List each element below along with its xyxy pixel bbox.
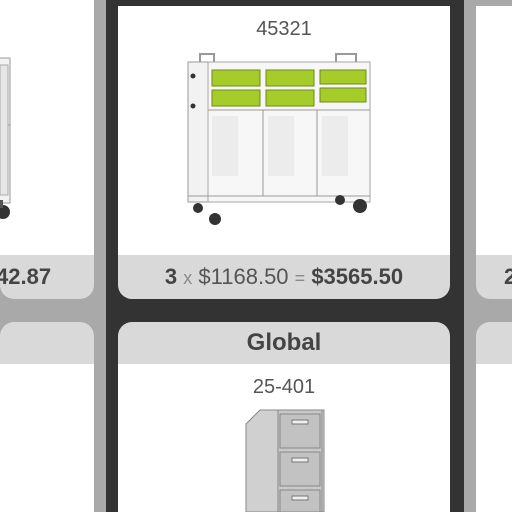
file-cabinet-image — [245, 409, 325, 512]
brand-name: Global — [246, 329, 322, 356]
product-header-left-bottom — [0, 322, 94, 364]
product-card-center-top[interactable]: 45321 — [118, 6, 450, 255]
product-header-right-bottom — [476, 322, 512, 364]
storage-cart-image — [187, 53, 371, 225]
product-footer-left-top: 42.87 — [0, 255, 94, 299]
product-footer-right-top: 2 — [476, 255, 512, 299]
quantity: 3 — [164, 264, 178, 289]
total-price: $3565.50 — [311, 264, 404, 289]
price-calculation: 3 x $1168.50 = $3565.50 — [165, 264, 403, 290]
product-header-center-bottom: Global — [118, 322, 450, 364]
product-card-center-bottom[interactable]: 25-401 — [118, 364, 450, 512]
cart-image-partial — [0, 57, 11, 219]
product-card-left-bottom[interactable] — [0, 364, 94, 512]
total-price-fragment: 42.87 — [0, 264, 52, 289]
equals-sign: = — [294, 268, 306, 288]
times-sign: x — [183, 268, 193, 288]
quantity-fragment: 2 — [504, 264, 512, 289]
product-footer-center-top: 3 x $1168.50 = $3565.50 — [118, 255, 450, 299]
product-card-right-bottom[interactable] — [476, 364, 512, 512]
unit-price: $1168.50 — [198, 264, 289, 289]
product-card-left-top[interactable] — [0, 0, 94, 255]
product-card-right-top[interactable] — [476, 6, 512, 255]
